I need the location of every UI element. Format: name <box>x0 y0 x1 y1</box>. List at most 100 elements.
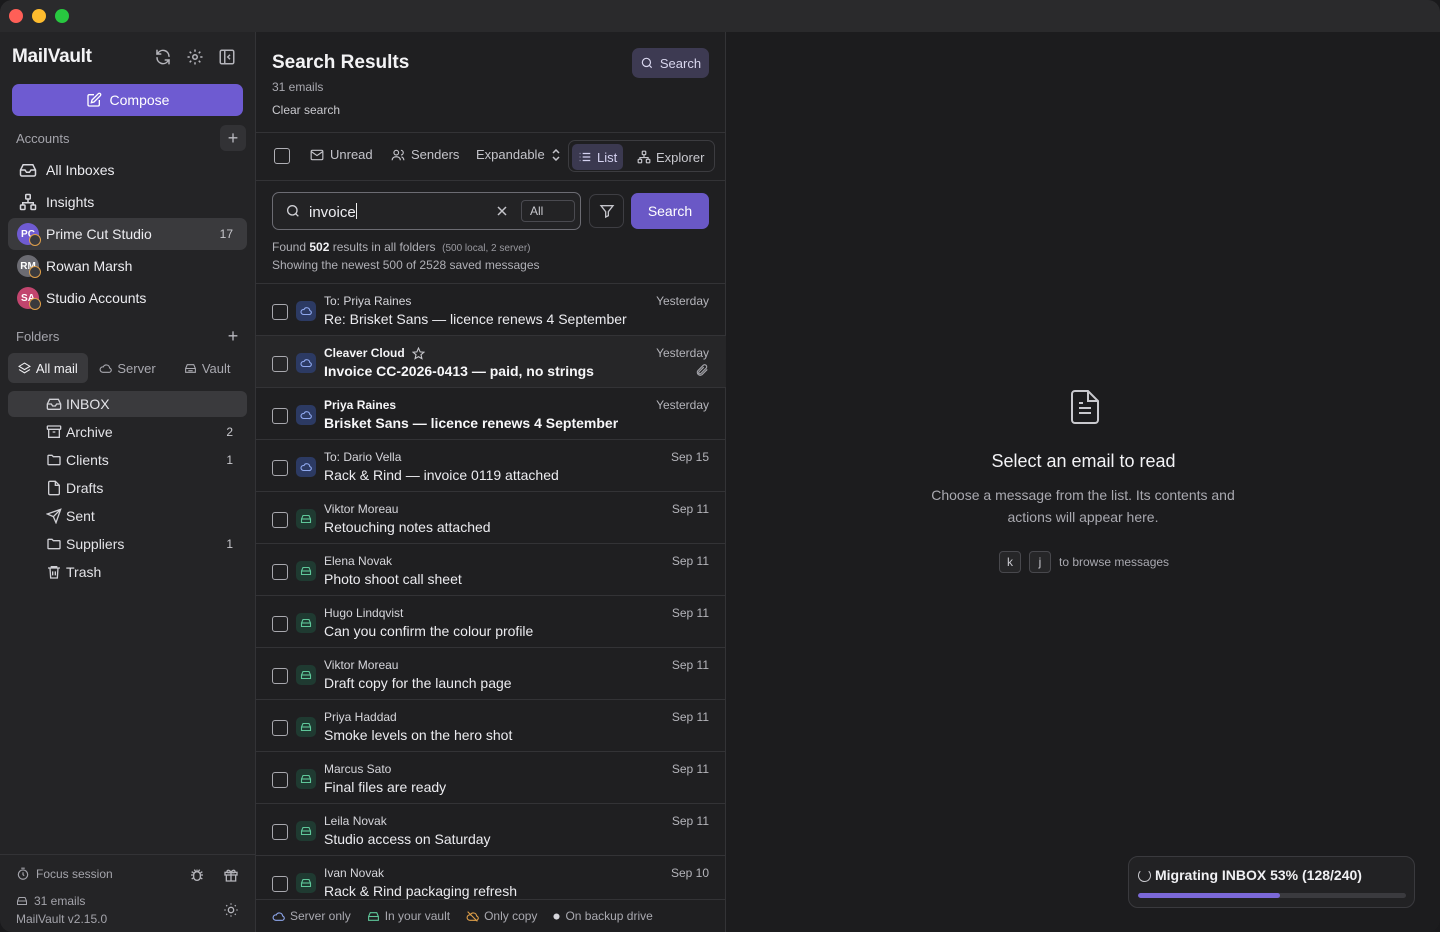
explorer-view-button[interactable]: Explorer <box>631 144 710 170</box>
results-pane: Search Results 31 emails Clear search Se… <box>256 32 726 932</box>
expandable-select[interactable]: Expandable <box>476 147 561 162</box>
star-icon[interactable] <box>411 346 425 360</box>
expandable-label: Expandable <box>476 147 545 162</box>
tab-vault[interactable]: Vault <box>167 353 247 383</box>
email-row[interactable]: Hugo Lindqvist Can you confirm the colour… <box>256 595 726 647</box>
sidebar-toggle-icon[interactable] <box>218 48 236 66</box>
cloud-icon <box>296 353 316 373</box>
scope-select[interactable]: All <box>521 200 575 222</box>
compose-button[interactable]: Compose <box>12 84 243 116</box>
nav-all-inboxes[interactable]: All Inboxes <box>8 154 247 186</box>
tab-all-mail[interactable]: All mail <box>8 353 88 383</box>
email-row[interactable]: Elena Novak Photo shoot call sheet Sep 11 <box>256 543 726 595</box>
tab-server[interactable]: Server <box>88 353 168 383</box>
folder-archive[interactable]: Archive 2 <box>8 419 247 445</box>
folder-inbox[interactable]: INBOX <box>8 391 247 417</box>
email-date: Sep 11 <box>671 762 709 776</box>
add-folder-button[interactable]: + <box>220 323 246 349</box>
sidebar-footer: Focus session 31 emails MailVault v2.15.… <box>0 854 256 932</box>
row-checkbox[interactable] <box>272 876 288 892</box>
folder-suppliers[interactable]: Suppliers 1 <box>8 531 247 557</box>
folder-clients[interactable]: Clients 1 <box>8 447 247 473</box>
nav-insights[interactable]: Insights <box>8 186 247 218</box>
folder-drafts[interactable]: Drafts <box>8 475 247 501</box>
refresh-icon[interactable] <box>154 48 172 66</box>
row-checkbox[interactable] <box>272 824 288 840</box>
row-checkbox[interactable] <box>272 720 288 736</box>
search-input[interactable]: invoice All <box>272 192 581 230</box>
list-view-button[interactable]: List <box>572 144 624 170</box>
text-caret <box>355 203 357 219</box>
account-rowan-marsh[interactable]: RM Rowan Marsh <box>8 250 247 282</box>
row-checkbox[interactable] <box>272 564 288 580</box>
vault-icon <box>17 897 27 905</box>
email-subject: Brisket Sans — licence renews 4 Septembe… <box>324 415 619 431</box>
email-row[interactable]: Leila Novak Studio access on Saturday Sep … <box>256 803 726 855</box>
folder-trash[interactable]: Trash <box>8 559 247 585</box>
close-window-button[interactable] <box>9 9 23 23</box>
vault-icon <box>296 665 316 685</box>
vault-icon <box>296 769 316 789</box>
row-checkbox[interactable] <box>272 304 288 320</box>
add-account-button[interactable]: + <box>220 125 246 151</box>
list-label: List <box>597 149 618 165</box>
clear-search-link[interactable]: Clear search <box>272 103 340 117</box>
found-prefix: Found <box>272 240 307 254</box>
senders-button[interactable]: Senders <box>391 147 459 162</box>
row-checkbox[interactable] <box>272 512 288 528</box>
gift-icon[interactable] <box>223 867 239 883</box>
row-checkbox[interactable] <box>272 616 288 632</box>
email-row[interactable]: To: Dario Vella Rack & Rind — invoice 011… <box>256 439 726 491</box>
list-icon <box>579 152 591 162</box>
email-sender: Ivan Novak <box>324 866 385 880</box>
folder-icon <box>46 536 62 552</box>
folder-label: Sent <box>66 508 95 524</box>
row-checkbox[interactable] <box>272 408 288 424</box>
row-checkbox[interactable] <box>272 356 288 372</box>
folder-count: 1 <box>226 537 233 551</box>
email-subject: Rack & Rind — invoice 0119 attached <box>324 467 559 483</box>
select-all-checkbox[interactable] <box>274 148 290 164</box>
search-summary: Found 502 results in all folders (500 lo… <box>272 239 540 274</box>
cloud-icon <box>296 457 316 477</box>
focus-session-button[interactable]: Focus session <box>16 867 113 881</box>
minimize-window-button[interactable] <box>32 9 46 23</box>
search-button[interactable]: Search <box>631 193 709 229</box>
results-count: 31 emails <box>272 80 324 94</box>
email-row[interactable]: To: Priya Raines Re: Brisket Sans — licen… <box>256 283 726 335</box>
email-row[interactable]: Marcus Sato Final files are ready Sep 11 <box>256 751 726 803</box>
email-row[interactable]: Priya Raines Brisket Sans — licence renew… <box>256 387 726 439</box>
focus-label: Focus session <box>36 867 113 881</box>
email-row[interactable]: Ivan Novak Rack & Rind packaging refresh S… <box>256 855 726 899</box>
email-sender: Viktor Moreau <box>324 658 399 672</box>
gear-icon[interactable] <box>186 48 204 66</box>
row-checkbox[interactable] <box>272 772 288 788</box>
account-studio-accounts[interactable]: SA Studio Accounts <box>8 282 247 314</box>
unread-filter-button[interactable]: Unread <box>310 147 373 162</box>
inbox-icon <box>46 396 62 412</box>
found-count: 502 <box>309 240 330 254</box>
theme-toggle-icon[interactable] <box>223 902 239 918</box>
row-checkbox[interactable] <box>272 668 288 684</box>
zoom-window-button[interactable] <box>55 9 69 23</box>
sync-warning-icon <box>29 298 41 310</box>
email-sender: To: Priya Raines <box>324 294 412 308</box>
bug-icon[interactable] <box>189 867 205 883</box>
filter-button[interactable] <box>589 194 624 228</box>
search-toggle-button[interactable]: Search <box>632 48 709 78</box>
email-row[interactable]: Priya Haddad Smoke levels on the hero sho… <box>256 699 726 751</box>
email-sender-wrap: Viktor Moreau <box>324 502 398 516</box>
account-prime-cut-studio[interactable]: PC Prime Cut Studio 17 <box>8 218 247 250</box>
divider <box>256 132 726 133</box>
folder-icon <box>46 452 62 468</box>
email-date: Sep 11 <box>671 814 709 828</box>
email-row[interactable]: Cleaver Cloud Invoice CC-2026-0413 — paid… <box>256 335 726 387</box>
email-row[interactable]: Viktor Moreau Draft copy for the launch p… <box>256 647 726 699</box>
row-checkbox[interactable] <box>272 460 288 476</box>
email-sender-wrap: Leila Novak <box>324 814 387 828</box>
folder-sent[interactable]: Sent <box>8 503 247 529</box>
email-sender-wrap: Priya Raines <box>324 398 396 412</box>
clear-query-icon[interactable] <box>496 205 508 217</box>
email-row[interactable]: Viktor Moreau Retouching notes attached Se… <box>256 491 726 543</box>
mail-count: 31 emails <box>16 894 85 908</box>
